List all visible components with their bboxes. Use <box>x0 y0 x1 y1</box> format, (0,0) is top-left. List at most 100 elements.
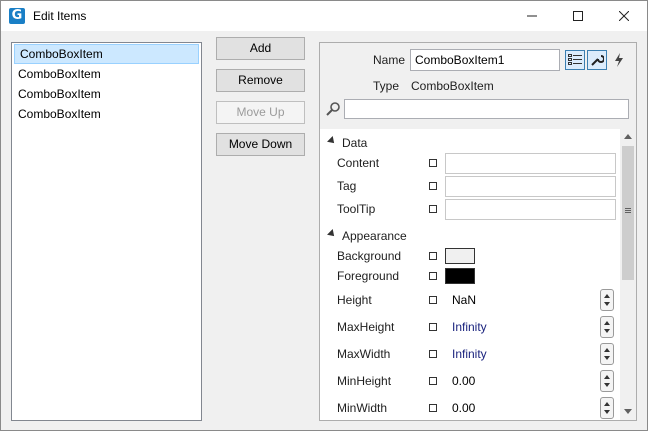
spin-down-icon[interactable] <box>604 410 610 414</box>
close-button[interactable] <box>601 1 647 31</box>
list-item[interactable]: ComboBoxItem <box>12 64 201 84</box>
property-marker-icon[interactable] <box>429 296 437 304</box>
grip-line <box>625 210 631 211</box>
list-item[interactable]: ComboBoxItem <box>12 104 201 124</box>
app-logo-icon: G <box>9 8 25 24</box>
foreground-color-swatch[interactable] <box>445 268 475 284</box>
categorized-list-icon <box>568 54 582 65</box>
spin-up-icon[interactable] <box>604 321 610 325</box>
properties-view-button[interactable] <box>587 50 607 70</box>
close-icon <box>619 11 629 21</box>
property-marker-icon[interactable] <box>429 377 437 385</box>
property-marker-icon[interactable] <box>429 350 437 358</box>
property-grid-header: Name ComboBoxItem1 Type ComboBoxItem <box>320 43 636 129</box>
property-marker-icon[interactable] <box>429 159 437 167</box>
scrollbar-thumb[interactable] <box>622 146 634 280</box>
search-icon <box>326 102 340 116</box>
property-grid: Name ComboBoxItem1 Type ComboBoxItem Dat… <box>319 42 637 421</box>
property-name: MinWidth <box>337 401 388 415</box>
spin-down-icon[interactable] <box>604 383 610 387</box>
property-row-maxwidth: MaxWidth Infinity <box>320 343 620 365</box>
collapse-triangle-icon[interactable] <box>327 136 337 146</box>
window-title: Edit Items <box>33 9 87 23</box>
maxheight-spinner[interactable] <box>600 316 614 338</box>
add-button[interactable]: Add <box>216 37 305 60</box>
property-name: MaxWidth <box>337 347 391 361</box>
lightning-icon <box>615 53 623 67</box>
content-field[interactable] <box>445 153 616 174</box>
property-row-foreground: Foreground <box>320 265 620 287</box>
height-value[interactable]: NaN <box>452 293 476 307</box>
items-listbox[interactable]: ComboBoxItem ComboBoxItem ComboBoxItem C… <box>11 42 202 421</box>
minwidth-value[interactable]: 0.00 <box>452 401 475 415</box>
minheight-spinner[interactable] <box>600 370 614 392</box>
background-color-swatch[interactable] <box>445 248 475 264</box>
minheight-value[interactable]: 0.00 <box>452 374 475 388</box>
category-appearance[interactable]: Appearance <box>320 226 620 246</box>
tag-field[interactable] <box>445 176 616 197</box>
wrench-icon <box>591 55 604 66</box>
grip-line <box>625 212 631 213</box>
property-name: MinHeight <box>337 374 392 388</box>
name-field[interactable]: ComboBoxItem1 <box>410 49 560 71</box>
spin-up-icon[interactable] <box>604 402 610 406</box>
list-item[interactable]: ComboBoxItem <box>14 44 199 64</box>
property-marker-icon[interactable] <box>429 272 437 280</box>
spin-down-icon[interactable] <box>604 302 610 306</box>
spin-down-icon[interactable] <box>604 329 610 333</box>
type-value: ComboBoxItem <box>411 79 494 93</box>
maxheight-value[interactable]: Infinity <box>452 320 487 334</box>
events-view-button[interactable] <box>609 50 629 70</box>
minimize-icon <box>527 15 537 17</box>
property-name: Tag <box>337 179 357 193</box>
property-name: MaxHeight <box>337 320 395 334</box>
spin-up-icon[interactable] <box>604 375 610 379</box>
property-row-content: Content <box>320 152 620 174</box>
property-name: Background <box>337 249 402 263</box>
maximize-button[interactable] <box>555 1 601 31</box>
property-name: Content <box>337 156 380 170</box>
move-down-button[interactable]: Move Down <box>216 133 305 156</box>
edit-items-window: G Edit Items ComboBoxItem ComboBoxItem C… <box>0 0 648 431</box>
scroll-up-arrow-icon[interactable] <box>624 134 632 139</box>
remove-button[interactable]: Remove <box>216 69 305 92</box>
property-row-background: Background <box>320 245 620 267</box>
minwidth-spinner[interactable] <box>600 397 614 419</box>
collapse-triangle-icon[interactable] <box>327 229 337 239</box>
scroll-down-arrow-icon[interactable] <box>624 409 632 414</box>
property-row-minheight: MinHeight 0.00 <box>320 370 620 392</box>
property-name: Foreground <box>337 269 400 283</box>
property-row-tag: Tag <box>320 175 620 197</box>
maxwidth-spinner[interactable] <box>600 343 614 365</box>
maxwidth-value[interactable]: Infinity <box>452 347 487 361</box>
property-marker-icon[interactable] <box>429 252 437 260</box>
tooltip-field[interactable] <box>445 199 616 220</box>
property-search-input[interactable] <box>344 99 629 119</box>
spin-up-icon[interactable] <box>604 348 610 352</box>
category-label: Data <box>342 136 368 150</box>
property-row-height: Height NaN <box>320 289 620 311</box>
property-scrollbar[interactable] <box>620 129 636 420</box>
category-data[interactable]: Data <box>320 133 620 153</box>
property-name: ToolTip <box>337 202 376 216</box>
minimize-button[interactable] <box>509 1 555 31</box>
move-up-button[interactable]: Move Up <box>216 101 305 124</box>
category-label: Appearance <box>342 229 407 243</box>
property-row-tooltip: ToolTip <box>320 198 620 220</box>
list-item[interactable]: ComboBoxItem <box>12 84 201 104</box>
title-bar[interactable]: G Edit Items <box>1 1 647 31</box>
property-row-minwidth: MinWidth 0.00 <box>320 397 620 419</box>
categorized-view-button[interactable] <box>565 50 585 70</box>
property-marker-icon[interactable] <box>429 205 437 213</box>
maximize-icon <box>573 11 583 21</box>
spin-down-icon[interactable] <box>604 356 610 360</box>
property-marker-icon[interactable] <box>429 323 437 331</box>
property-marker-icon[interactable] <box>429 404 437 412</box>
property-name: Height <box>337 293 372 307</box>
property-marker-icon[interactable] <box>429 182 437 190</box>
height-spinner[interactable] <box>600 289 614 311</box>
spin-up-icon[interactable] <box>604 294 610 298</box>
grip-line <box>625 208 631 209</box>
property-list: Data Content Tag ToolTip Appearance Back… <box>320 129 620 420</box>
name-label: Name <box>373 53 406 67</box>
